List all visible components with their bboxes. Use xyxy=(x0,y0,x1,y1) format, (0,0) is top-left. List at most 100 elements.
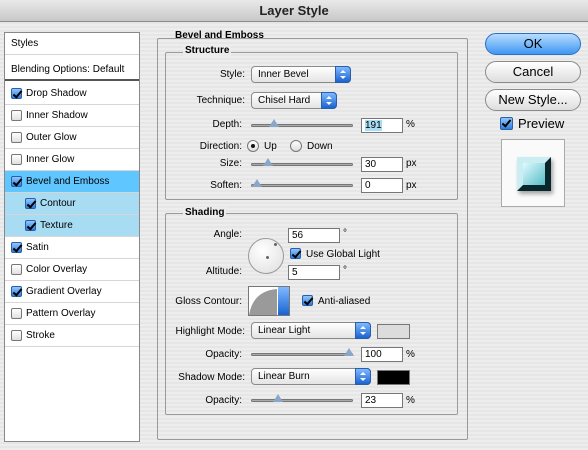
highlight-opacity-thumb[interactable] xyxy=(344,348,354,358)
style-item-gradient-overlay[interactable]: Gradient Overlay xyxy=(5,281,139,303)
soften-slider-thumb[interactable] xyxy=(252,179,262,189)
size-field[interactable]: 30 xyxy=(361,157,403,172)
style-item-label: Drop Shadow xyxy=(26,88,87,99)
preview-swatch-icon xyxy=(517,157,551,191)
style-item-drop-shadow[interactable]: Drop Shadow xyxy=(5,83,139,105)
size-slider-thumb[interactable] xyxy=(263,158,274,168)
direction-down-radio[interactable] xyxy=(290,140,302,152)
shading-title: Shading xyxy=(183,207,227,218)
highlight-mode-label: Highlight Mode: xyxy=(175,326,245,337)
depth-field[interactable]: 191 xyxy=(361,118,403,133)
preview-label: Preview xyxy=(518,116,565,131)
style-item-checkbox[interactable] xyxy=(11,242,22,253)
ok-button[interactable]: OK xyxy=(485,33,581,55)
soften-slider[interactable] xyxy=(251,179,353,187)
style-item-inner-shadow[interactable]: Inner Shadow xyxy=(5,105,139,127)
direction-up-radio[interactable] xyxy=(247,140,259,152)
anti-aliased-label: Anti-aliased xyxy=(318,296,371,307)
anti-aliased-checkbox[interactable] xyxy=(302,295,313,306)
angle-field[interactable]: 56 xyxy=(288,228,340,243)
style-item-bevel-and-emboss[interactable]: Bevel and Emboss xyxy=(5,171,139,193)
chevron-updown-icon xyxy=(355,322,371,339)
style-item-checkbox[interactable] xyxy=(11,308,22,319)
style-item-label: Bevel and Emboss xyxy=(26,176,110,187)
style-item-checkbox[interactable] xyxy=(11,88,22,99)
style-item-contour[interactable]: Contour xyxy=(5,193,139,215)
style-preview-thumbnail xyxy=(501,139,565,207)
use-global-light-checkbox[interactable] xyxy=(290,248,301,259)
soften-field[interactable]: 0 xyxy=(361,178,403,193)
preview-checkbox[interactable] xyxy=(500,117,513,130)
highlight-opacity-label: Opacity: xyxy=(205,349,242,360)
style-item-checkbox[interactable] xyxy=(11,264,22,275)
shadow-opacity-slider[interactable] xyxy=(251,394,353,402)
bevel-emboss-title: Bevel and Emboss xyxy=(175,30,264,41)
style-item-checkbox[interactable] xyxy=(11,132,22,143)
shadow-opacity-field[interactable]: 23 xyxy=(361,393,403,408)
window-title: Layer Style xyxy=(0,0,588,22)
style-item-checkbox[interactable] xyxy=(11,154,22,165)
soften-label: Soften: xyxy=(210,180,242,191)
shadow-opacity-thumb[interactable] xyxy=(273,394,284,404)
style-item-color-overlay[interactable]: Color Overlay xyxy=(5,259,139,281)
angle-handle[interactable] xyxy=(274,243,277,246)
angle-dial[interactable] xyxy=(248,238,284,274)
style-item-pattern-overlay[interactable]: Pattern Overlay xyxy=(5,303,139,325)
style-item-satin[interactable]: Satin xyxy=(5,237,139,259)
style-select[interactable]: Inner Bevel xyxy=(251,66,351,83)
style-item-outer-glow[interactable]: Outer Glow xyxy=(5,127,139,149)
style-item-checkbox[interactable] xyxy=(11,176,22,187)
angle-label: Angle: xyxy=(213,229,242,240)
style-item-label: Outer Glow xyxy=(26,132,77,143)
altitude-label: Altitude: xyxy=(205,266,242,277)
style-item-checkbox[interactable] xyxy=(11,286,22,297)
size-unit: px xyxy=(406,158,417,169)
blending-options-item[interactable]: Blending Options: Default xyxy=(5,59,139,81)
highlight-opacity-slider[interactable] xyxy=(251,348,354,356)
cancel-button[interactable]: Cancel xyxy=(485,61,581,83)
style-item-checkbox[interactable] xyxy=(25,220,36,231)
style-item-checkbox[interactable] xyxy=(11,330,22,341)
chevron-down-icon[interactable] xyxy=(278,287,289,315)
depth-slider-thumb[interactable] xyxy=(269,119,280,129)
shadow-color-swatch[interactable] xyxy=(377,370,410,385)
altitude-field[interactable]: 5 xyxy=(288,265,340,280)
style-item-label: Stroke xyxy=(26,330,55,341)
soften-unit: px xyxy=(406,180,417,191)
altitude-unit: ° xyxy=(343,265,347,276)
styles-header[interactable]: Styles xyxy=(5,33,139,55)
depth-slider[interactable] xyxy=(251,119,353,127)
highlight-mode-select[interactable]: Linear Light xyxy=(251,322,371,339)
direction-up-label: Up xyxy=(264,141,277,152)
chevron-updown-icon xyxy=(355,368,371,385)
shadow-mode-select[interactable]: Linear Burn xyxy=(251,368,371,385)
style-item-label: Inner Glow xyxy=(26,154,75,165)
technique-label: Technique: xyxy=(196,95,245,106)
shadow-mode-value: Linear Burn xyxy=(258,371,310,382)
size-slider[interactable] xyxy=(251,158,353,166)
highlight-mode-value: Linear Light xyxy=(258,325,311,336)
direction-label: Direction: xyxy=(199,141,242,152)
new-style-button[interactable]: New Style... xyxy=(485,89,581,111)
direction-down-label: Down xyxy=(307,141,333,152)
style-item-label: Gradient Overlay xyxy=(26,286,102,297)
highlight-color-swatch[interactable] xyxy=(377,324,410,339)
style-item-inner-glow[interactable]: Inner Glow xyxy=(5,149,139,171)
gloss-contour-picker[interactable] xyxy=(248,286,290,316)
structure-title: Structure xyxy=(183,45,232,56)
style-item-checkbox[interactable] xyxy=(25,198,36,209)
style-item-checkbox[interactable] xyxy=(11,110,22,121)
style-item-stroke[interactable]: Stroke xyxy=(5,325,139,347)
style-item-label: Inner Shadow xyxy=(26,110,88,121)
style-item-texture[interactable]: Texture xyxy=(5,215,139,237)
styles-list: Styles Blending Options: Default Drop Sh… xyxy=(4,32,140,442)
style-select-value: Inner Bevel xyxy=(258,69,309,80)
style-item-label: Pattern Overlay xyxy=(26,308,96,319)
technique-select[interactable]: Chisel Hard xyxy=(251,92,337,109)
gloss-contour-label: Gloss Contour: xyxy=(175,296,242,307)
highlight-opacity-unit: % xyxy=(406,349,415,360)
highlight-opacity-field[interactable]: 100 xyxy=(361,347,403,362)
style-item-label: Contour xyxy=(40,198,76,209)
shadow-mode-label: Shadow Mode: xyxy=(178,372,245,383)
style-item-label: Color Overlay xyxy=(26,264,88,275)
